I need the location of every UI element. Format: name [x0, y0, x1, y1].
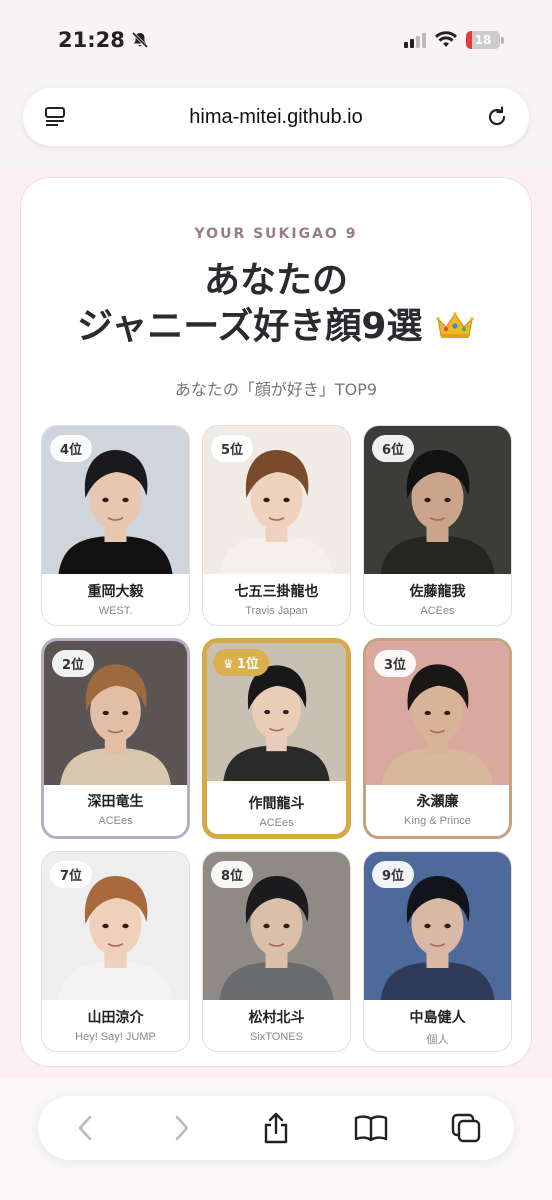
rank-badge: 3位 [374, 650, 417, 677]
tabs-icon [452, 1113, 481, 1143]
group-name: Travis Japan [245, 605, 308, 617]
member-name: 作間龍斗 [248, 796, 305, 812]
member-name: 佐藤龍我 [409, 584, 466, 600]
subtitle: あなたの「顔が好き」TOP9 [174, 380, 378, 399]
bookmarks-button[interactable] [351, 1108, 391, 1148]
url-text[interactable]: hima-mitei.github.io [189, 106, 362, 129]
reload-icon [488, 106, 506, 126]
rank-badge: 5位 [211, 435, 254, 462]
name-block: 中島健人 個人 [364, 998, 511, 1051]
reload-button[interactable] [483, 103, 511, 131]
ranking-tile[interactable]: 5位 七五三掛龍也 Travis Japan [202, 425, 351, 626]
rank-badge: 4位 [50, 435, 93, 462]
member-name: 深田竜生 [87, 794, 144, 810]
rank-label: 3位 [384, 658, 407, 673]
rank-label: 9位 [382, 869, 405, 884]
member-name: 重岡大毅 [87, 584, 144, 600]
battery-level: 18 [474, 33, 492, 47]
rank-label: 7位 [60, 869, 83, 884]
member-name: 中島健人 [409, 1010, 466, 1026]
address-bar[interactable]: hima-mitei.github.io [23, 88, 529, 146]
rank-badge: ♛ 1位 [213, 649, 269, 676]
group-name: King & Prince [404, 815, 471, 827]
page-menu-icon [45, 107, 65, 126]
rank-label: 2位 [62, 658, 85, 673]
eyebrow-label: YOUR SUKIGAO 9 [194, 226, 358, 242]
status-bar: 21:28 18 [0, 0, 552, 80]
status-indicators: 18 [404, 31, 504, 49]
name-block: 七五三掛龍也 Travis Japan [203, 572, 350, 625]
ranking-tile[interactable]: 7位 山田涼介 Hey! Say! JUMP [41, 851, 190, 1052]
rank-badge: 6位 [372, 435, 415, 462]
name-block: 深田竜生 ACEes [44, 782, 187, 836]
group-name: WEST. [98, 605, 133, 617]
share-icon [264, 1112, 288, 1144]
page-title: あなたの ジャニーズ好き顔9選 [0, 258, 552, 350]
status-time: 21:28 [58, 28, 149, 52]
ranking-tile[interactable]: 3位 永瀬廉 King & Prince [363, 638, 512, 839]
group-name: ACEes [420, 605, 455, 617]
group-name: ACEes [259, 817, 294, 829]
forward-button[interactable] [161, 1108, 201, 1148]
group-name: 個人 [426, 1034, 449, 1046]
member-name: 山田涼介 [87, 1010, 144, 1026]
page-menu-button[interactable] [41, 103, 69, 131]
name-block: 山田涼介 Hey! Say! JUMP [42, 998, 189, 1051]
rank-label: 6位 [382, 443, 405, 458]
chevron-left-icon [78, 1115, 91, 1141]
rank-label: 1位 [236, 657, 259, 672]
bell-slash-icon [131, 31, 148, 49]
tabs-button[interactable] [446, 1108, 486, 1148]
group-name: ACEes [98, 815, 133, 827]
back-button[interactable] [66, 1108, 106, 1148]
name-block: 重岡大毅 WEST. [42, 572, 189, 625]
book-icon [354, 1115, 388, 1142]
browser-toolbar [38, 1096, 514, 1160]
ranking-tile[interactable]: 9位 中島健人 個人 [363, 851, 512, 1052]
crown-icon: ♛ [223, 657, 234, 671]
cell-signal-icon [404, 32, 426, 48]
ranking-tile[interactable]: 6位 佐藤龍我 ACEes [363, 425, 512, 626]
rank-label: 8位 [221, 869, 244, 884]
member-name: 七五三掛龍也 [234, 584, 319, 600]
group-name: SixTONES [250, 1031, 303, 1043]
name-block: 松村北斗 SixTONES [203, 998, 350, 1051]
title-line-1: あなたの [203, 260, 348, 301]
rank-label: 4位 [60, 443, 83, 458]
ranking-tile[interactable]: 4位 重岡大毅 WEST. [41, 425, 190, 626]
rank-badge: 8位 [211, 861, 254, 888]
ranking-tile[interactable]: 8位 松村北斗 SixTONES [202, 851, 351, 1052]
crown-icon [436, 312, 474, 338]
wifi-icon [435, 31, 457, 47]
name-block: 永瀬廉 King & Prince [366, 782, 509, 836]
rank-badge: 7位 [50, 861, 93, 888]
name-block: 作間龍斗 ACEes [207, 784, 346, 834]
rank-badge: 9位 [372, 861, 415, 888]
name-block: 佐藤龍我 ACEes [364, 572, 511, 625]
share-button[interactable] [256, 1108, 296, 1148]
chevron-right-icon [175, 1115, 189, 1141]
clock-text: 21:28 [58, 28, 125, 52]
ranking-tile[interactable]: 2位 深田竜生 ACEes [41, 638, 190, 839]
ranking-grid: 4位 重岡大毅 WEST. 5位 七五三掛龍也 Travis Japan 6位 … [41, 425, 512, 1052]
group-name: Hey! Say! JUMP [75, 1031, 156, 1043]
member-name: 松村北斗 [248, 1010, 305, 1026]
member-name: 永瀬廉 [416, 794, 459, 810]
battery-icon: 18 [466, 31, 504, 49]
rank-badge: 2位 [52, 650, 95, 677]
title-line-2: ジャニーズ好き顔9選 [77, 306, 423, 347]
rank-label: 5位 [221, 443, 244, 458]
ranking-tile[interactable]: ♛ 1位 作間龍斗 ACEes [202, 638, 351, 839]
